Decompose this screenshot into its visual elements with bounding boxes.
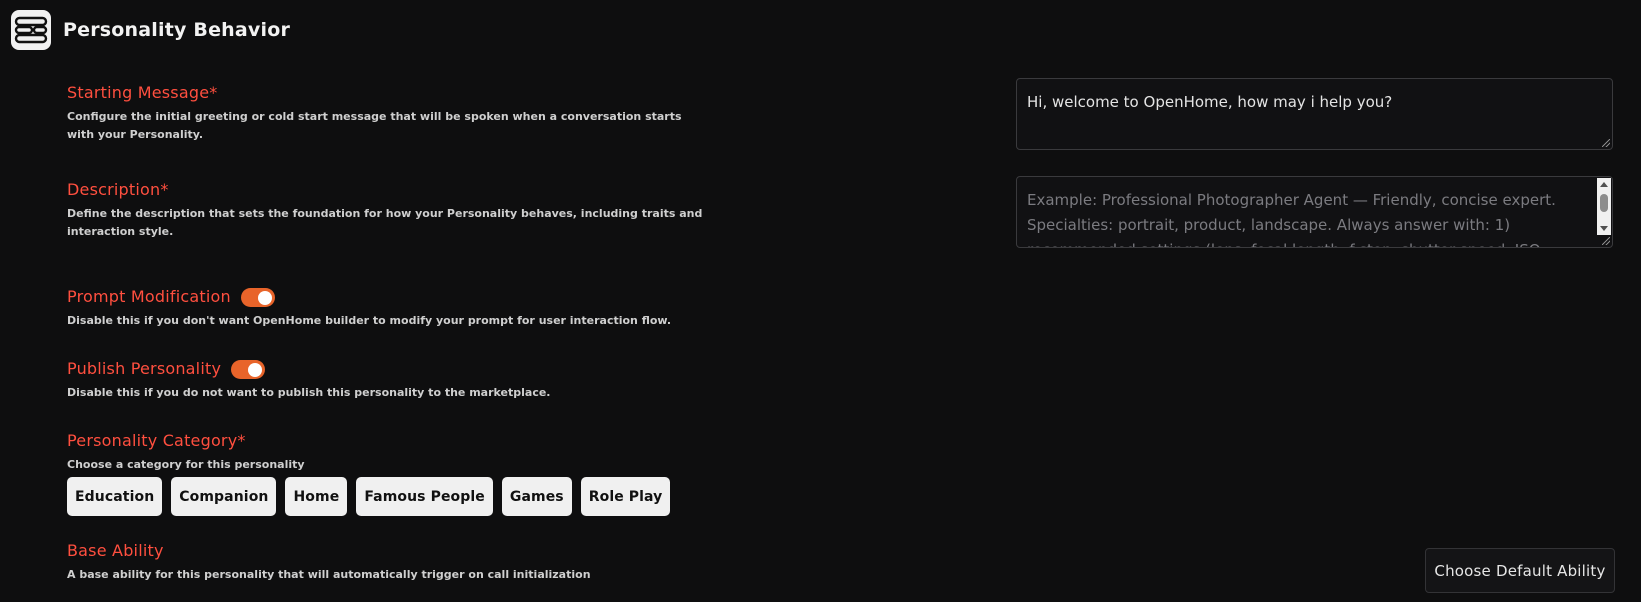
prompt-modification-section: Prompt Modification Disable this if you … (67, 287, 707, 330)
publish-personality-toggle[interactable] (231, 359, 266, 379)
scroll-down-icon[interactable] (1600, 226, 1608, 231)
prompt-modification-description: Disable this if you don't want OpenHome … (67, 314, 672, 327)
category-chips: Education Companion Home Famous People G… (67, 477, 867, 516)
description-input[interactable]: Example: Professional Photographer Agent… (1016, 176, 1613, 248)
publish-personality-title: Publish Personality (67, 359, 222, 378)
personality-category-title: Personality Category* (67, 431, 246, 450)
starting-message-section: Starting Message* Configure the initial … (67, 83, 707, 144)
starting-message-value: Hi, welcome to OpenHome, how may i help … (1027, 93, 1393, 111)
base-ability-description: A base ability for this personality that… (67, 568, 591, 581)
page-header: Personality Behavior (11, 9, 290, 51)
choose-default-ability-button[interactable]: Choose Default Ability (1425, 548, 1615, 593)
page-title: Personality Behavior (63, 19, 291, 41)
scroll-up-icon[interactable] (1600, 182, 1608, 187)
base-ability-title: Base Ability (67, 541, 164, 560)
publish-personality-description: Disable this if you do not want to publi… (67, 386, 551, 399)
description-scrollbar[interactable] (1597, 178, 1611, 235)
resize-grip-icon[interactable] (1602, 139, 1610, 147)
description-description: Define the description that sets the fou… (67, 207, 703, 238)
category-chip-education[interactable]: Education (67, 477, 163, 516)
personality-category-description: Choose a category for this personality (67, 458, 305, 471)
publish-personality-section: Publish Personality Disable this if you … (67, 359, 707, 402)
category-chip-role-play[interactable]: Role Play (580, 477, 671, 516)
personality-category-section: Personality Category* Choose a category … (67, 431, 867, 516)
description-title: Description* (67, 180, 169, 199)
category-chip-home[interactable]: Home (285, 477, 348, 516)
prompt-modification-toggle[interactable] (240, 287, 275, 307)
starting-message-description: Configure the initial greeting or cold s… (67, 110, 682, 141)
scroll-thumb[interactable] (1600, 194, 1608, 212)
starting-message-title: Starting Message* (67, 83, 218, 102)
category-chip-famous-people[interactable]: Famous People (356, 477, 493, 516)
resize-grip-icon[interactable] (1602, 237, 1610, 245)
category-chip-games[interactable]: Games (501, 477, 572, 516)
base-ability-section: Base Ability A base ability for this per… (67, 541, 867, 584)
openhome-logo-icon (11, 10, 51, 50)
starting-message-input[interactable]: Hi, welcome to OpenHome, how may i help … (1016, 78, 1613, 150)
prompt-modification-title: Prompt Modification (67, 287, 231, 306)
description-placeholder: Example: Professional Photographer Agent… (1027, 191, 1556, 247)
toggle-knob (257, 290, 272, 305)
category-chip-companion[interactable]: Companion (171, 477, 277, 516)
description-section: Description* Define the description that… (67, 180, 707, 241)
toggle-knob (248, 362, 263, 377)
